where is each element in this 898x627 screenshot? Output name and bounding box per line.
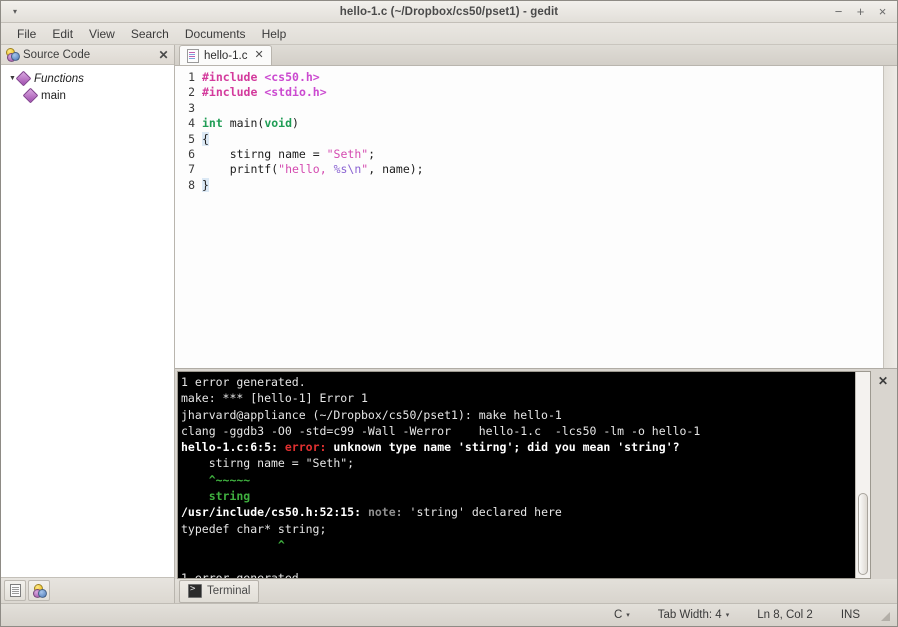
gedit-window: ▾ hello-1.c (~/Dropbox/cs50/pset1) - ged… (0, 0, 898, 627)
side-panel-footer (1, 578, 174, 603)
code-editor[interactable]: 1 2 3 4 5 6 7 8 #include <cs50.h> #inclu… (175, 66, 897, 369)
tree-item-main[interactable]: main (1, 87, 174, 104)
window-controls: − + × (833, 5, 897, 18)
line-number: 5 (188, 131, 195, 146)
line-number: 3 (188, 100, 195, 115)
side-panel-close-icon[interactable]: ✕ (157, 49, 170, 61)
terminal-scrollbar[interactable] (855, 372, 870, 578)
close-button[interactable]: × (877, 5, 888, 18)
code-text[interactable]: #include <cs50.h> #include <stdio.h> int… (198, 66, 897, 368)
menu-view[interactable]: View (81, 25, 123, 43)
documents-panel-button[interactable] (4, 580, 26, 601)
c-file-icon (187, 48, 199, 63)
maximize-button[interactable]: + (855, 5, 866, 18)
terminal-panel: 1 error generated. make: *** [hello-1] E… (175, 369, 897, 603)
tab-hello-1-c[interactable]: hello-1.c ✕ (179, 45, 272, 65)
main-body: Source Code ✕ ▼ Functions main hello-1.c… (1, 45, 897, 603)
terminal-tab-label: Terminal (207, 585, 251, 597)
function-icon (22, 87, 39, 104)
chevron-down-icon: ▾ (626, 611, 630, 619)
status-insert-mode: INS (840, 609, 860, 621)
status-tab-width[interactable]: Tab Width: 4 ▾ (644, 609, 743, 621)
line-number: 7 (188, 162, 195, 177)
tab-close-icon[interactable]: ✕ (254, 50, 263, 61)
status-tab-width-label: Tab Width: 4 (657, 609, 722, 621)
menu-file[interactable]: File (9, 25, 44, 43)
terminal-icon (188, 584, 202, 598)
tab-strip: hello-1.c ✕ (175, 45, 897, 66)
tab-terminal[interactable]: Terminal (179, 579, 260, 603)
line-number: 2 (188, 85, 195, 100)
side-panel: Source Code ✕ ▼ Functions main (1, 45, 175, 603)
menu-help[interactable]: Help (254, 25, 295, 43)
line-number: 6 (188, 147, 195, 162)
terminal-top: 1 error generated. make: *** [hello-1] E… (175, 369, 897, 579)
side-panel-title: Source Code (23, 48, 91, 61)
tree-item-main-label: main (41, 89, 66, 102)
terminal-scrollbar-thumb[interactable] (858, 493, 868, 575)
menu-bar: File Edit View Search Documents Help (1, 23, 897, 45)
status-cursor-position: Ln 8, Col 2 (757, 609, 813, 621)
side-panel-header: Source Code ✕ (1, 45, 174, 65)
line-number: 8 (188, 177, 195, 192)
status-language-label: C (613, 609, 623, 621)
menu-search[interactable]: Search (123, 25, 177, 43)
terminal-view[interactable]: 1 error generated. make: *** [hello-1] E… (177, 371, 871, 579)
terminal-output[interactable]: 1 error generated. make: *** [hello-1] E… (178, 372, 855, 578)
line-number: 4 (188, 116, 195, 131)
menu-edit[interactable]: Edit (44, 25, 81, 43)
source-code-balls-icon (32, 584, 47, 598)
source-code-tree[interactable]: ▼ Functions main (1, 65, 174, 578)
status-language[interactable]: C ▾ (600, 609, 644, 621)
minimize-button[interactable]: − (833, 5, 844, 18)
window-menu-icon[interactable]: ▾ (9, 6, 21, 18)
window-title: hello-1.c (~/Dropbox/cs50/pset1) - gedit (339, 5, 559, 18)
function-group-icon (15, 70, 32, 87)
title-bar: ▾ hello-1.c (~/Dropbox/cs50/pset1) - ged… (1, 1, 897, 23)
tree-item-functions[interactable]: ▼ Functions (1, 70, 174, 87)
editor-area: hello-1.c ✕ 1 2 3 4 5 6 7 8 #include <cs… (175, 45, 897, 603)
source-code-icon (6, 48, 20, 62)
chevron-down-icon: ▾ (725, 611, 730, 619)
status-bar: C ▾ Tab Width: 4 ▾ Ln 8, Col 2 INS (1, 603, 897, 626)
line-number: 1 (188, 70, 195, 84)
terminal-tab-strip: Terminal (175, 579, 897, 603)
tab-label: hello-1.c (204, 49, 248, 62)
line-number-gutter: 1 2 3 4 5 6 7 8 (175, 66, 198, 368)
terminal-close-column: ✕ (871, 371, 895, 579)
editor-scrollbar[interactable] (883, 66, 897, 368)
document-icon (9, 584, 21, 597)
tree-item-functions-label: Functions (34, 72, 84, 85)
menu-documents[interactable]: Documents (177, 25, 254, 43)
source-code-panel-button[interactable] (28, 580, 50, 601)
terminal-close-icon[interactable]: ✕ (878, 375, 888, 387)
resize-grip-icon[interactable] (878, 609, 891, 622)
